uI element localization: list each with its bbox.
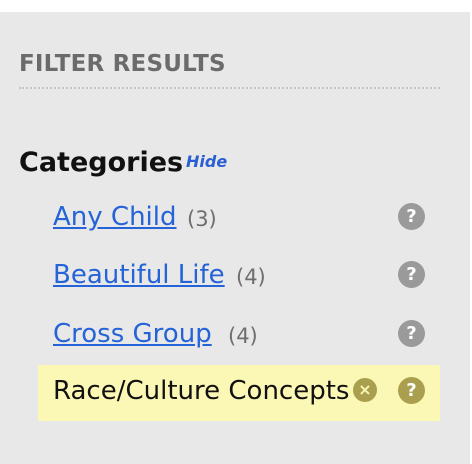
category-link-cross-group[interactable]: Cross Group bbox=[53, 319, 212, 349]
category-count: (4) bbox=[236, 265, 266, 289]
filter-results-title: FILTER RESULTS bbox=[19, 51, 226, 77]
filter-panel: FILTER RESULTS Categories Hide Any Child… bbox=[0, 12, 470, 464]
help-icon[interactable]: ? bbox=[398, 203, 425, 230]
category-label-race-culture-concepts: Race/Culture Concepts bbox=[53, 376, 350, 406]
category-item-any-child: Any Child (3) ? bbox=[38, 191, 440, 247]
help-icon[interactable]: ? bbox=[398, 320, 425, 347]
hide-categories-link[interactable]: Hide bbox=[186, 152, 227, 171]
category-item-cross-group: Cross Group (4) ? bbox=[38, 308, 440, 364]
category-link-beautiful-life[interactable]: Beautiful Life bbox=[53, 260, 225, 290]
remove-filter-icon[interactable]: × bbox=[353, 378, 377, 402]
categories-heading: Categories bbox=[19, 147, 184, 178]
help-icon[interactable]: ? bbox=[398, 261, 425, 288]
title-divider bbox=[19, 87, 440, 89]
category-count: (4) bbox=[228, 324, 258, 348]
category-count: (3) bbox=[187, 207, 217, 231]
category-item-beautiful-life: Beautiful Life (4) ? bbox=[38, 249, 440, 305]
help-icon[interactable]: ? bbox=[398, 377, 425, 404]
category-link-any-child[interactable]: Any Child bbox=[53, 202, 177, 232]
category-item-race-culture-concepts: Race/Culture Concepts × ? bbox=[38, 365, 440, 421]
